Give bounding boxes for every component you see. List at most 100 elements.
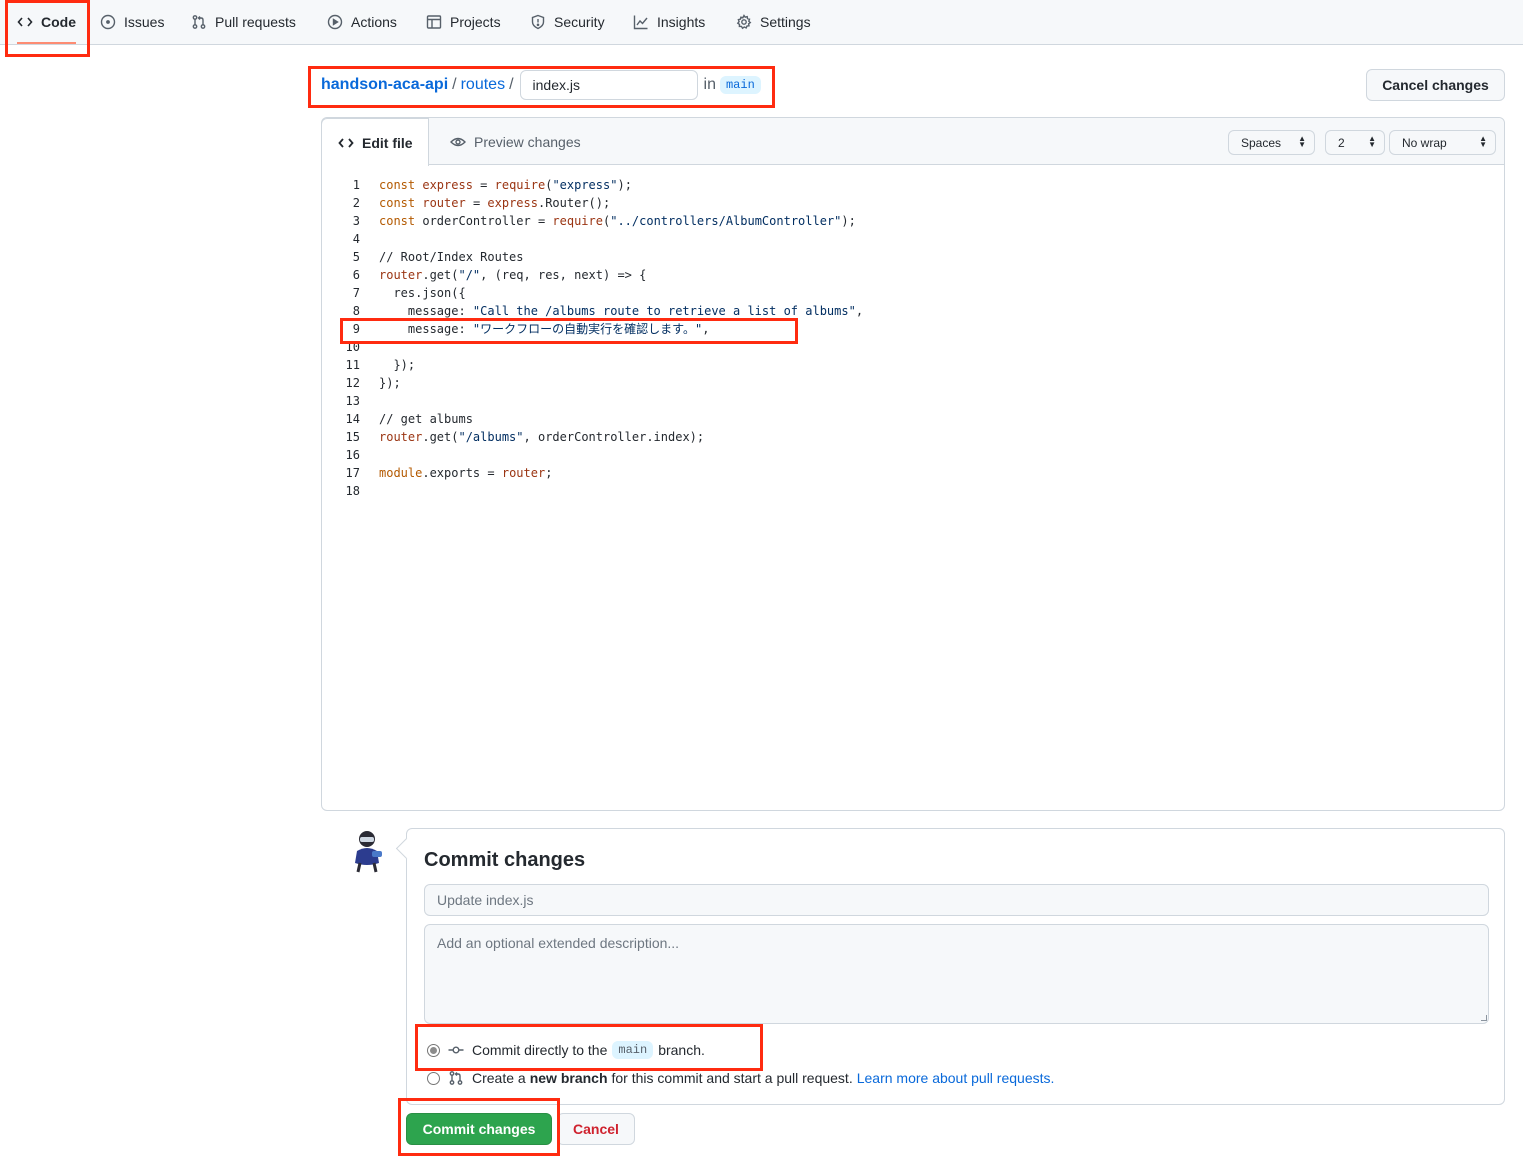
tab-edit-file[interactable]: Edit file xyxy=(321,118,429,166)
filename-input[interactable] xyxy=(519,70,698,100)
code-icon xyxy=(338,137,354,148)
code-line: 10 xyxy=(322,338,1504,356)
pull-request-icon xyxy=(192,15,206,29)
commit-new-branch-radio[interactable] xyxy=(427,1071,440,1085)
tab-pull-requests[interactable]: Pull requests xyxy=(191,0,296,44)
tab-actions[interactable]: Actions xyxy=(327,0,397,44)
line-content: const express = require("express"); xyxy=(379,178,632,192)
cancel-changes-button[interactable]: Cancel changes xyxy=(1366,69,1505,101)
line-content: router.get("/albums", orderController.in… xyxy=(379,430,705,444)
learn-more-pull-requests-link[interactable]: Learn more about pull requests. xyxy=(857,1070,1055,1086)
line-content: message: "Call the /albums route to retr… xyxy=(379,304,864,318)
code-line: 18 xyxy=(322,482,1504,500)
select-arrows-icon: ▲ ▼ xyxy=(1479,134,1487,149)
line-content: module.exports = router; xyxy=(379,466,553,480)
play-icon xyxy=(327,14,343,30)
repo-nav: Code Issues Pull requests Actions Projec… xyxy=(0,0,1523,45)
commit-changes-button[interactable]: Commit changes xyxy=(406,1113,552,1145)
line-number: 12 xyxy=(345,376,360,390)
tab-settings-label: Settings xyxy=(760,14,811,30)
commit-direct-prefix: Commit directly to the xyxy=(472,1042,608,1058)
tab-settings[interactable]: Settings xyxy=(736,0,811,44)
breadcrumb-separator: / xyxy=(452,76,457,93)
code-line: 1 const express = require("express"); xyxy=(322,176,1504,194)
code-line: 13 xyxy=(322,392,1504,410)
commit-form: Commit changes Commit directly to the ma… xyxy=(406,828,1505,1105)
code-line: 8 message: "Call the /albums route to re… xyxy=(322,302,1504,320)
commit-direct-radio[interactable] xyxy=(427,1043,440,1057)
line-number: 17 xyxy=(345,466,360,480)
cancel-button[interactable]: Cancel xyxy=(557,1113,635,1145)
tab-preview-changes-label: Preview changes xyxy=(474,133,581,150)
tab-issues[interactable]: Issues xyxy=(100,0,164,44)
commit-new-branch-bold: new branch xyxy=(529,1070,608,1086)
wrap-mode-select[interactable]: No wrap ▲ ▼ xyxy=(1389,130,1496,155)
line-content: message: "ワークフローの自動実行を確認します。", xyxy=(379,322,710,336)
indent-mode-value: Spaces xyxy=(1241,135,1282,150)
code-line: 4 xyxy=(322,230,1504,248)
code-line: 7 res.json({ xyxy=(322,284,1504,302)
line-number: 8 xyxy=(352,304,360,318)
line-content: // get albums xyxy=(379,412,473,426)
select-arrows-icon: ▲ ▼ xyxy=(1368,134,1376,149)
commit-new-branch-option[interactable]: Create a new branch for this commit and … xyxy=(427,1070,1054,1086)
shield-icon xyxy=(531,14,545,30)
commit-heading: Commit changes xyxy=(424,849,586,871)
line-content: }); xyxy=(379,376,401,390)
line-number: 2 xyxy=(352,196,360,210)
commit-new-branch-suffix: for this commit and start a pull request… xyxy=(611,1070,853,1086)
commit-new-branch-prefix: Create a xyxy=(472,1070,526,1086)
tab-pull-requests-label: Pull requests xyxy=(215,14,296,30)
tab-code-label: Code xyxy=(41,14,76,30)
code-line: 2 const router = express.Router(); xyxy=(322,194,1504,212)
tab-insights[interactable]: Insights xyxy=(633,0,705,44)
commit-direct-option[interactable]: Commit directly to the main branch. xyxy=(427,1041,705,1059)
commit-direct-branch: main xyxy=(612,1041,654,1059)
code-line: 15 router.get("/albums", orderController.… xyxy=(322,428,1504,446)
issue-icon xyxy=(100,14,116,30)
commit-direct-suffix: branch. xyxy=(658,1042,705,1058)
line-content: res.json({ xyxy=(379,286,466,300)
tab-security-label: Security xyxy=(554,14,605,30)
pull-request-icon xyxy=(449,1071,463,1085)
branch-name: main xyxy=(719,76,761,94)
line-number: 3 xyxy=(352,214,360,228)
line-number: 6 xyxy=(352,268,360,282)
line-number: 13 xyxy=(345,394,360,408)
indent-mode-select[interactable]: Spaces ▲ ▼ xyxy=(1228,130,1315,155)
code-line: 11 }); xyxy=(322,356,1504,374)
code-icon xyxy=(17,17,33,27)
breadcrumb-separator: / xyxy=(509,76,514,93)
line-number: 18 xyxy=(345,484,360,498)
code-line: 16 xyxy=(322,446,1504,464)
breadcrumb: handson-aca-api / routes / in main xyxy=(321,70,761,100)
line-number: 5 xyxy=(352,250,360,264)
wrap-mode-value: No wrap xyxy=(1402,135,1447,150)
line-number: 16 xyxy=(345,448,360,462)
line-number: 11 xyxy=(345,358,360,372)
tab-preview-changes[interactable]: Preview changes xyxy=(450,118,581,165)
indent-size-select[interactable]: 2 ▲ ▼ xyxy=(1325,130,1385,155)
breadcrumb-repo-link[interactable]: handson-aca-api xyxy=(321,76,448,94)
tab-insights-label: Insights xyxy=(657,14,706,30)
line-content: router.get("/", (req, res, next) => { xyxy=(379,268,647,282)
tab-projects[interactable]: Projects xyxy=(426,0,501,44)
line-number: 14 xyxy=(345,412,360,426)
tab-code[interactable]: Code xyxy=(17,0,76,44)
code-area[interactable]: 1 const express = require("express"); 2 co… xyxy=(322,176,1504,500)
gear-icon xyxy=(736,14,752,30)
tab-projects-label: Projects xyxy=(450,14,501,30)
commit-summary-input[interactable] xyxy=(424,884,1489,916)
breadcrumb-folder-link[interactable]: routes xyxy=(461,76,505,94)
resize-handle-icon[interactable] xyxy=(1481,1015,1487,1021)
tab-security[interactable]: Security xyxy=(530,0,605,44)
tab-edit-file-label: Edit file xyxy=(362,134,413,151)
avatar xyxy=(355,831,382,873)
line-number: 7 xyxy=(352,286,360,300)
code-editor: Edit file Preview changes Spaces ▲ ▼ 2 ▲ ▼… xyxy=(321,117,1505,811)
tab-issues-label: Issues xyxy=(124,14,165,30)
code-line: 14 // get albums xyxy=(322,410,1504,428)
commit-description-input[interactable] xyxy=(424,924,1489,1024)
line-content: const orderController = require("../cont… xyxy=(379,214,856,228)
editor-toolbar: Edit file Preview changes Spaces ▲ ▼ 2 ▲ ▼… xyxy=(321,118,1504,166)
